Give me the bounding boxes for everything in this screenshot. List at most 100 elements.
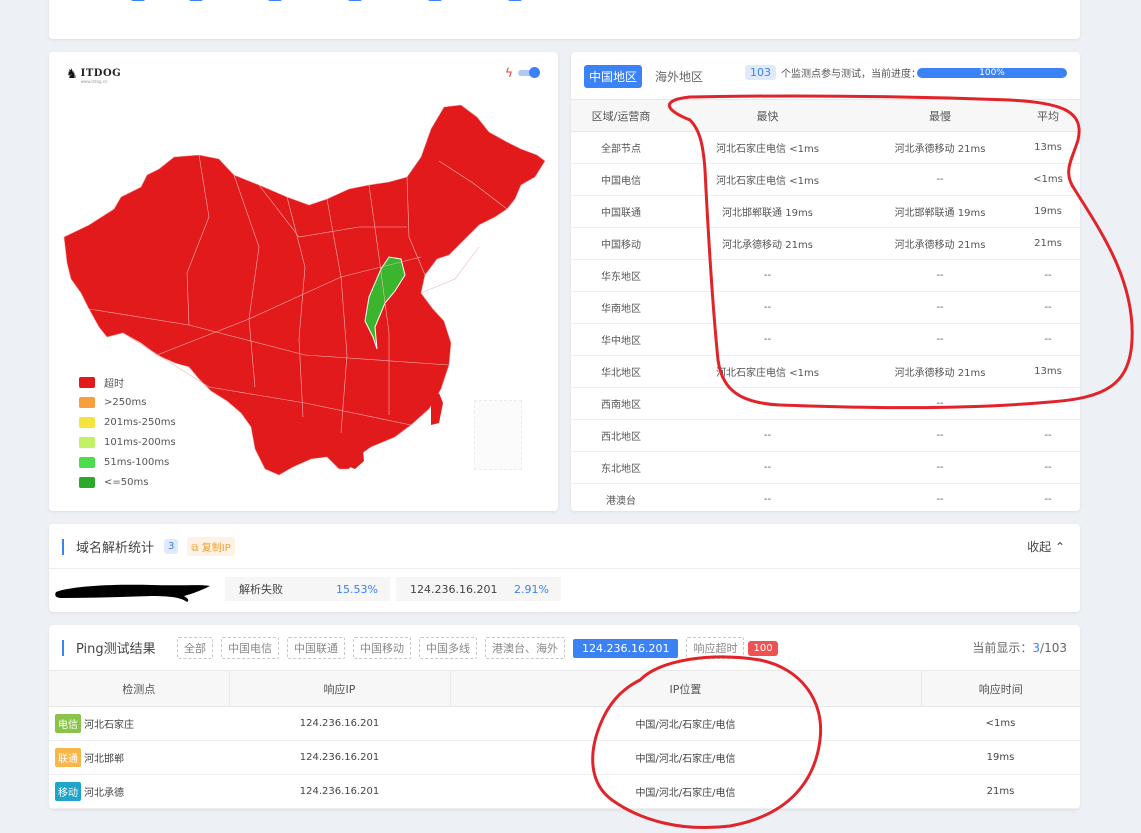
fastest-cell: 河北石家庄电信 <1ms <box>671 355 864 388</box>
dns-ip-item[interactable]: 124.236.16.201 2.91% <box>396 577 561 601</box>
node-cell: 电信 河北石家庄 <box>49 706 229 741</box>
table-row: 华北地区 河北石家庄电信 <1ms 河北承德移动 21ms 13ms <box>571 355 1080 388</box>
slowest-cell: 河北承德移动 21ms <box>864 227 1016 260</box>
filter-mobile[interactable]: 中国移动 <box>353 637 411 659</box>
dns-header: 域名解析统计 3 ⧉ 复制IP <box>62 537 235 556</box>
average-cell: 21ms <box>1016 227 1080 260</box>
average-cell: -- <box>1016 291 1080 324</box>
taiwan-region[interactable] <box>431 393 443 425</box>
column-header-response-ip[interactable]: 响应IP <box>229 670 451 707</box>
map-legend: 超时 >250ms 201ms-250ms 101ms-200ms 51ms-1… <box>79 372 176 492</box>
legend-swatch <box>79 436 95 448</box>
average-cell: 13ms <box>1016 131 1080 164</box>
column-header-region: 区域/运营商 <box>571 99 671 132</box>
copy-ip-button[interactable]: ⧉ 复制IP <box>187 537 235 556</box>
region-name-cell: 华中地区 <box>571 323 671 356</box>
dns-count-badge: 3 <box>164 539 179 554</box>
column-header-response-time[interactable]: 响应时间 <box>921 670 1080 707</box>
option-checkbox[interactable] <box>268 0 282 1</box>
table-row: 中国联通 河北邯郸联通 19ms 河北邯郸联通 19ms 19ms <box>571 195 1080 228</box>
fastest-cell: 河北石家庄电信 <1ms <box>671 131 864 164</box>
monitor-count-badge: 103 <box>745 65 776 80</box>
region-name-cell: 东北地区 <box>571 451 671 484</box>
table-header-row: 区域/运营商 最快 最慢 平均 <box>571 99 1080 132</box>
map-card: ♞ ITDOG www.itdog.cn ϟ 超时 >250ms 201ms-2… <box>49 52 558 511</box>
isp-badge: 移动 <box>55 782 81 801</box>
slowest-cell: -- <box>864 259 1016 292</box>
fastest-cell: 河北承德移动 21ms <box>671 227 864 260</box>
node-cell: 移动 河北承德 <box>49 774 229 809</box>
filter-multiline[interactable]: 中国多线 <box>419 637 477 659</box>
tab-china[interactable]: 中国地区 <box>584 65 643 88</box>
legend-item: 101ms-200ms <box>79 432 176 452</box>
toggle-knob <box>529 67 540 78</box>
copy-ip-label: 复制IP <box>201 543 231 554</box>
filter-telecom[interactable]: 中国电信 <box>221 637 279 659</box>
section-marker <box>62 538 64 555</box>
display-count: 当前显示：3/103 <box>972 639 1067 656</box>
table-row: 东北地区 -- -- -- <box>571 451 1080 484</box>
monitor-text: 个监测点参与测试，当前进度： <box>781 69 921 80</box>
legend-item: <=50ms <box>79 472 176 492</box>
collapse-button[interactable]: 收起 ⌃ <box>1027 538 1065 555</box>
legend-label: 201ms-250ms <box>104 416 176 428</box>
region-name-cell: 全部节点 <box>571 131 671 164</box>
table-row: 华南地区 -- -- -- <box>571 291 1080 324</box>
column-header-node[interactable]: 检测点 <box>49 670 230 707</box>
slowest-cell: -- <box>864 483 1016 511</box>
isp-badge: 电信 <box>55 714 81 733</box>
slowest-cell: -- <box>864 163 1016 196</box>
chevron-up-icon: ⌃ <box>1051 540 1065 554</box>
response-ip-cell: 124.236.16.201 <box>229 774 450 809</box>
animation-toggle[interactable] <box>518 67 540 78</box>
ip-location-cell: 中国/河北/石家庄/电信 <box>450 774 921 809</box>
average-cell: 19ms <box>1016 195 1080 228</box>
average-cell: <1ms <box>1016 163 1080 196</box>
table-row: 中国电信 河北石家庄电信 <1ms -- <1ms <box>571 163 1080 196</box>
option-checkbox[interactable] <box>428 0 442 1</box>
fastest-cell: -- <box>671 419 864 452</box>
progress-bar: 100% <box>917 68 1067 78</box>
legend-label: 超时 <box>104 378 124 390</box>
table-row: 华东地区 -- -- -- <box>571 259 1080 292</box>
table-header-row: 检测点 响应IP IP位置 响应时间 <box>49 670 1080 707</box>
filter-ip-active[interactable]: 124.236.16.201 <box>573 638 679 658</box>
logo-title: ITDOG <box>80 68 122 79</box>
option-checkbox[interactable] <box>189 0 203 1</box>
filter-overseas[interactable]: 港澳台、海外 <box>485 637 565 659</box>
filter-unicom[interactable]: 中国联通 <box>287 637 345 659</box>
filter-timeout[interactable]: 响应超时 <box>686 637 745 659</box>
region-name-cell: 华北地区 <box>571 355 671 388</box>
dns-item-value: 2.91% <box>514 582 549 596</box>
average-cell: -- <box>1016 323 1080 356</box>
copy-icon: ⧉ <box>191 543 202 554</box>
legend-item: 201ms-250ms <box>79 412 176 432</box>
display-total: /103 <box>1040 641 1067 655</box>
option-checkbox[interactable] <box>348 0 362 1</box>
ping-title: Ping测试结果 <box>76 642 156 657</box>
display-prefix: 当前显示： <box>972 641 1033 655</box>
table-row: 电信 河北石家庄 124.236.16.201 中国/河北/石家庄/电信 <1ms <box>49 706 1080 741</box>
logo-subtitle: www.itdog.cn <box>80 79 108 84</box>
section-marker <box>62 639 64 656</box>
table-row: 中国移动 河北承德移动 21ms 河北承德移动 21ms 21ms <box>571 227 1080 260</box>
table-row: 港澳台 -- -- -- <box>571 483 1080 511</box>
region-name-cell: 西南地区 <box>571 387 671 420</box>
option-checkbox[interactable] <box>131 0 145 1</box>
option-checkbox[interactable] <box>508 0 522 1</box>
fastest-cell: -- <box>671 323 864 356</box>
column-header-ip-location[interactable]: IP位置 <box>450 670 922 707</box>
slowest-cell: -- <box>864 291 1016 324</box>
fastest-cell: 河北邯郸联通 19ms <box>671 195 864 228</box>
filter-all[interactable]: 全部 <box>177 637 213 659</box>
fastest-cell: -- <box>671 451 864 484</box>
column-header-fastest: 最快 <box>671 99 864 132</box>
column-header-slowest: 最慢 <box>864 99 1016 132</box>
dog-icon: ♞ <box>66 67 78 82</box>
fastest-cell: -- <box>671 387 864 420</box>
collapse-label: 收起 <box>1027 540 1052 554</box>
dns-title: 域名解析统计 <box>76 541 155 556</box>
dns-failed-item[interactable]: 解析失败 15.53% <box>225 577 390 601</box>
tab-overseas[interactable]: 海外地区 <box>650 65 708 88</box>
top-options-card <box>49 0 1080 39</box>
